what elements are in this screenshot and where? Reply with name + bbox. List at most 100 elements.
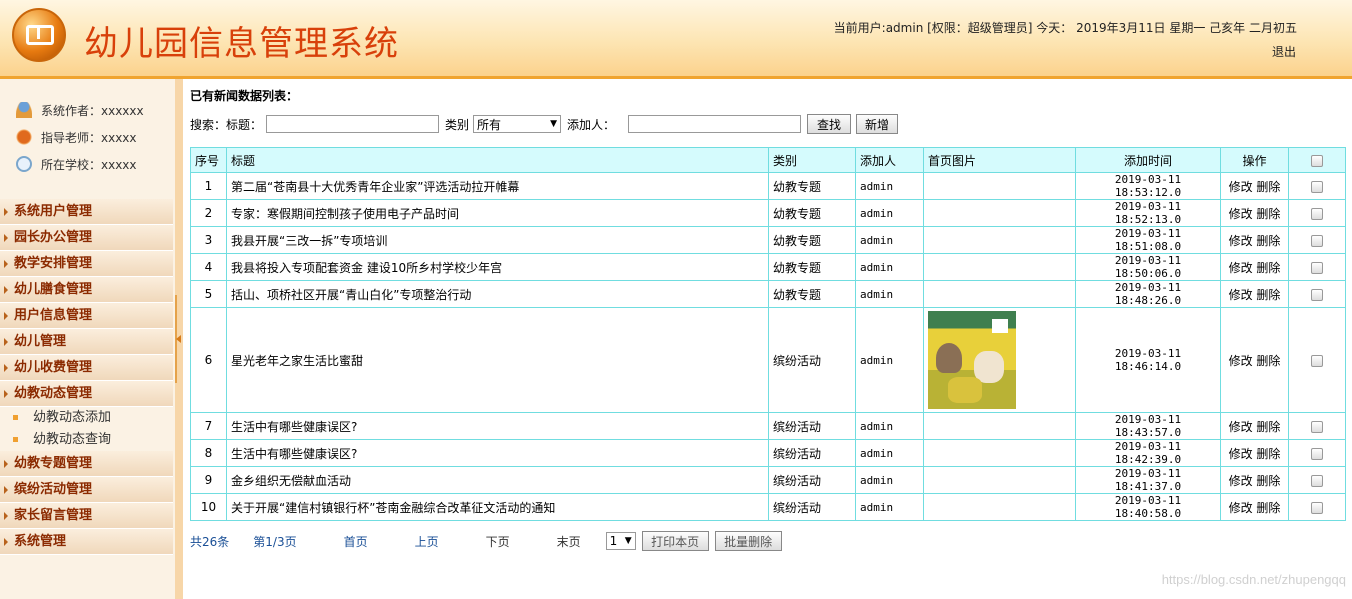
row-adder: admin (855, 199, 924, 227)
title-search-input[interactable] (266, 115, 440, 133)
add-button[interactable]: 新增 (856, 114, 899, 134)
delete-link[interactable]: 删除 (1256, 234, 1280, 248)
logo-icon (12, 8, 66, 62)
row-index: 9 (190, 466, 227, 494)
edit-link[interactable]: 修改 (1229, 261, 1253, 275)
app-title: 幼儿园信息管理系统 (84, 24, 399, 64)
delete-link[interactable]: 删除 (1256, 354, 1280, 368)
row-checkbox[interactable] (1311, 474, 1323, 487)
row-checkbox[interactable] (1311, 447, 1323, 460)
submenu-news-query[interactable]: 幼教动态查询 (0, 429, 173, 451)
row-title: 括山、项桥社区开展“青山白化”专项整治行动 (226, 280, 769, 308)
delete-link[interactable]: 删除 (1256, 207, 1280, 221)
menu-item-system[interactable]: 系统管理 (0, 529, 173, 555)
adder-search-input[interactable] (628, 115, 802, 133)
menu-item-activities[interactable]: 缤纷活动管理 (0, 477, 173, 503)
row-select (1288, 280, 1346, 308)
row-image (923, 172, 1076, 200)
row-checkbox[interactable] (1311, 207, 1323, 220)
table-row: 8 生活中有哪些健康误区? 缤纷活动 admin 2019-03-11 18:42:39… (190, 439, 1346, 467)
row-actions: 修改 删除 (1220, 412, 1289, 440)
row-checkbox[interactable] (1311, 261, 1323, 274)
search-bar: 搜索： 标题： 类别 所有 ▼ 添加人： 查找 新增 (190, 114, 899, 134)
row-actions: 修改 删除 (1220, 199, 1289, 227)
row-checkbox[interactable] (1311, 420, 1323, 433)
adder-label: 添加人： (567, 117, 616, 132)
row-category: 幼教专题 (768, 226, 856, 254)
delete-link[interactable]: 删除 (1256, 447, 1280, 461)
page-select[interactable]: 1 ▼ (605, 532, 636, 550)
row-adder: admin (855, 439, 924, 467)
next-page-link[interactable]: 下页 (486, 533, 510, 550)
row-select (1288, 226, 1346, 254)
row-checkbox[interactable] (1311, 288, 1323, 301)
row-checkbox[interactable] (1311, 501, 1323, 514)
menu-item-meals[interactable]: 幼儿膳食管理 (0, 277, 173, 303)
menu-item-system-users[interactable]: 系统用户管理 (0, 199, 173, 225)
row-time: 2019-03-11 18:53:12.0 (1075, 172, 1221, 200)
delete-link[interactable]: 删除 (1256, 474, 1280, 488)
delete-link[interactable]: 删除 (1256, 420, 1280, 434)
table-row: 6 星光老年之家生活比蜜甜 缤纷活动 admin 2019-03-11 18:46:14… (190, 307, 1346, 413)
search-button[interactable]: 查找 (807, 114, 852, 134)
collapse-arrow-icon[interactable] (176, 335, 181, 343)
row-adder: admin (855, 307, 924, 413)
prev-page-link[interactable]: 上页 (415, 533, 439, 550)
menu-item-fees[interactable]: 幼儿收费管理 (0, 355, 173, 381)
edit-link[interactable]: 修改 (1229, 474, 1253, 488)
submenu-news-add[interactable]: 幼教动态添加 (0, 407, 173, 429)
table-row: 3 我县开展“三改一拆”专项培训 幼教专题 admin 2019-03-11 18:51… (190, 226, 1346, 254)
edit-link[interactable]: 修改 (1229, 234, 1253, 248)
row-checkbox[interactable] (1311, 354, 1323, 367)
menu-item-news[interactable]: 幼教动态管理 (0, 381, 173, 407)
edit-link[interactable]: 修改 (1229, 354, 1253, 368)
print-page-button[interactable]: 打印本页 (641, 531, 709, 551)
delete-link[interactable]: 删除 (1256, 180, 1280, 194)
row-select (1288, 493, 1346, 521)
col-category: 类别 (768, 147, 856, 173)
news-table: 序号 标题 类别 添加人 首页图片 添加时间 操作 1 第二届“苍南县十大优秀青年… (190, 147, 1346, 521)
first-page-link[interactable]: 首页 (344, 533, 368, 550)
table-row: 10 关于开展“建信村镇银行杯”苍南金融综合改革征文活动的通知 缤纷活动 admin 2… (190, 493, 1346, 521)
row-checkbox[interactable] (1311, 234, 1323, 247)
row-select (1288, 439, 1346, 467)
menu-item-principal-office[interactable]: 园长办公管理 (0, 225, 173, 251)
last-page-link[interactable]: 末页 (557, 533, 581, 550)
category-select[interactable]: 所有 ▼ (473, 115, 562, 133)
menu-item-parent-messages[interactable]: 家长留言管理 (0, 503, 173, 529)
author-label: 系统作者：xxxxxx (41, 103, 144, 118)
delete-link[interactable]: 删除 (1256, 261, 1280, 275)
menu-item-children[interactable]: 幼儿管理 (0, 329, 173, 355)
edit-link[interactable]: 修改 (1229, 207, 1253, 221)
row-category: 缤纷活动 (768, 466, 856, 494)
row-category: 幼教专题 (768, 199, 856, 227)
row-title: 生活中有哪些健康误区? (226, 439, 769, 467)
edit-link[interactable]: 修改 (1229, 180, 1253, 194)
row-actions: 修改 删除 (1220, 172, 1289, 200)
school-icon (16, 156, 32, 172)
menu-item-topics[interactable]: 幼教专题管理 (0, 451, 173, 477)
menu-item-teaching[interactable]: 教学安排管理 (0, 251, 173, 277)
select-all-checkbox[interactable] (1311, 154, 1323, 167)
batch-delete-button[interactable]: 批量删除 (714, 531, 782, 551)
row-time: 2019-03-11 18:40:58.0 (1075, 493, 1221, 521)
edit-link[interactable]: 修改 (1229, 420, 1253, 434)
edit-link[interactable]: 修改 (1229, 288, 1253, 302)
edit-link[interactable]: 修改 (1229, 447, 1253, 461)
delete-link[interactable]: 删除 (1256, 501, 1280, 515)
row-image (923, 199, 1076, 227)
news-thumbnail (928, 311, 1016, 409)
row-checkbox[interactable] (1311, 180, 1323, 193)
teacher-info: 指导老师：xxxxx (16, 127, 137, 147)
edit-link[interactable]: 修改 (1229, 501, 1253, 515)
menu-item-user-info[interactable]: 用户信息管理 (0, 303, 173, 329)
logout-link[interactable]: 退出 (1272, 43, 1296, 60)
row-index: 5 (190, 280, 227, 308)
row-index: 6 (190, 307, 227, 413)
delete-link[interactable]: 删除 (1256, 288, 1280, 302)
category-select-value: 所有 (477, 117, 502, 132)
row-actions: 修改 删除 (1220, 439, 1289, 467)
row-index: 2 (190, 199, 227, 227)
teacher-icon (16, 129, 32, 145)
row-title: 金乡组织无偿献血活动 (226, 466, 769, 494)
